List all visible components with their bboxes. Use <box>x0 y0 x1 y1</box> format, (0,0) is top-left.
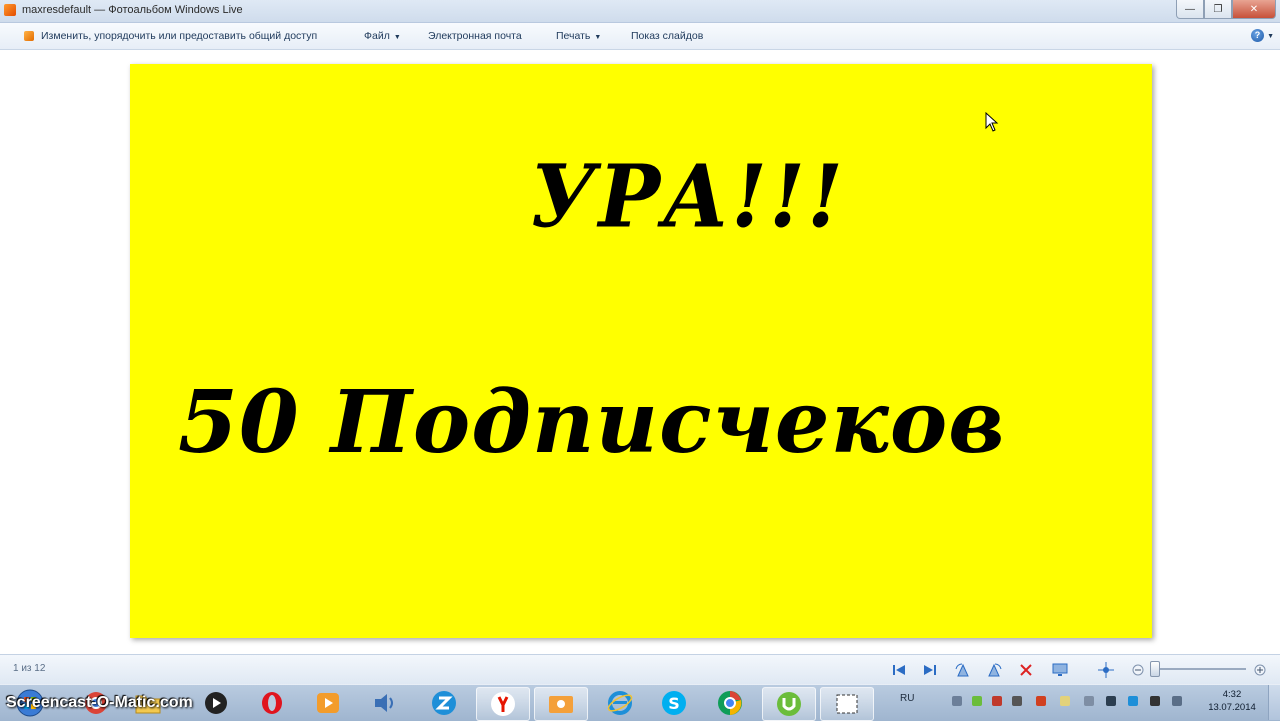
zona-app-icon[interactable] <box>418 687 470 719</box>
clock-time: 4:32 <box>1222 689 1242 700</box>
yandex-app-icon[interactable] <box>476 687 530 721</box>
title-bar: maxresdefault — Фотоальбом Windows Live … <box>0 0 1280 23</box>
show-desktop-button[interactable] <box>1268 685 1280 720</box>
zoom-in-icon[interactable] <box>1252 662 1268 678</box>
language-indicator[interactable]: RU <box>900 693 914 704</box>
photo-text-line2: 50 Подписчеков <box>178 372 1006 473</box>
menu-file[interactable]: Файл ▼ <box>364 30 401 42</box>
image-viewer: УРА!!! 50 Подписчеков <box>0 50 1280 654</box>
opera-app-icon[interactable] <box>246 687 298 719</box>
next-icon[interactable] <box>922 662 938 678</box>
zoom-slider-thumb[interactable] <box>1150 661 1160 677</box>
rotate-left-icon[interactable] <box>955 662 971 678</box>
window-title: maxresdefault — Фотоальбом Windows Live <box>22 4 243 16</box>
ie-app-icon[interactable] <box>594 687 646 719</box>
tray-app-icon[interactable] <box>1060 696 1070 706</box>
chevron-down-icon[interactable]: ▼ <box>1267 33 1274 40</box>
previous-icon[interactable] <box>891 662 907 678</box>
slideshow-icon[interactable] <box>1052 662 1068 678</box>
tray-show-hidden-icon[interactable] <box>952 696 962 706</box>
utorrent-app-icon[interactable] <box>762 687 816 721</box>
edit-icon <box>24 31 34 41</box>
menu-edit-share[interactable]: Изменить, упорядочить или предоставить о… <box>41 30 317 42</box>
zoom-out-icon[interactable] <box>1130 662 1146 678</box>
clock-date: 13.07.2014 <box>1208 702 1256 713</box>
close-button[interactable]: ✕ <box>1232 0 1276 19</box>
tray-network-icon[interactable] <box>1084 696 1094 706</box>
video-app-icon[interactable] <box>302 687 354 719</box>
chrome-browser-app-icon[interactable] <box>704 687 756 719</box>
menu-slideshow[interactable]: Показ слайдов <box>631 30 703 42</box>
photo-gallery-app-icon[interactable] <box>534 687 588 721</box>
tray-zona-icon[interactable] <box>1128 696 1138 706</box>
photo-text-line1: УРА!!! <box>530 146 845 248</box>
tray-app-icon[interactable] <box>1036 696 1046 706</box>
menu-print-label: Печать <box>556 30 591 42</box>
chevron-down-icon: ▼ <box>594 34 602 41</box>
tray-clock[interactable]: 4:32 13.07.2014 <box>1200 688 1264 714</box>
tray-app-icon[interactable] <box>1106 696 1116 706</box>
maximize-button[interactable]: ❐ <box>1204 0 1232 19</box>
window-controls: — ❐ ✕ <box>1176 0 1276 19</box>
volume-app-icon[interactable] <box>360 687 412 719</box>
zoom-slider-track[interactable] <box>1160 668 1246 670</box>
tray-antivirus-icon[interactable] <box>992 696 1002 706</box>
photo-counter: 1 из 12 <box>13 663 46 674</box>
tray-volume-icon[interactable] <box>1012 696 1022 706</box>
photo-image: УРА!!! 50 Подписчеков <box>130 64 1152 638</box>
menu-print[interactable]: Печать ▼ <box>556 30 601 42</box>
photo-gallery-app-icon <box>4 4 16 16</box>
delete-icon[interactable] <box>1018 662 1034 678</box>
mouse-cursor-icon <box>985 112 999 132</box>
menu-file-label: Файл <box>364 30 390 42</box>
viewer-controls: 1 из 12 <box>0 654 1280 685</box>
minimize-button[interactable]: — <box>1176 0 1204 19</box>
watermark-text: Screencast-O-Matic.com <box>6 694 193 711</box>
chevron-down-icon: ▼ <box>393 34 401 41</box>
snipping-tool-app-icon[interactable] <box>820 687 874 721</box>
tray-utorrent-icon[interactable] <box>972 696 982 706</box>
help-icon[interactable]: ? <box>1251 29 1264 42</box>
tray-monitor-icon[interactable] <box>1150 696 1160 706</box>
command-bar: Изменить, упорядочить или предоставить о… <box>0 23 1280 50</box>
svg-text:S: S <box>668 694 680 713</box>
media-player-app-icon[interactable] <box>190 687 242 719</box>
tray-speaker-icon[interactable] <box>1172 696 1182 706</box>
fit-to-window-icon[interactable] <box>1098 662 1114 678</box>
skype-app-icon[interactable]: S <box>648 687 700 719</box>
rotate-right-icon[interactable] <box>986 662 1002 678</box>
menu-email[interactable]: Электронная почта <box>428 30 522 42</box>
